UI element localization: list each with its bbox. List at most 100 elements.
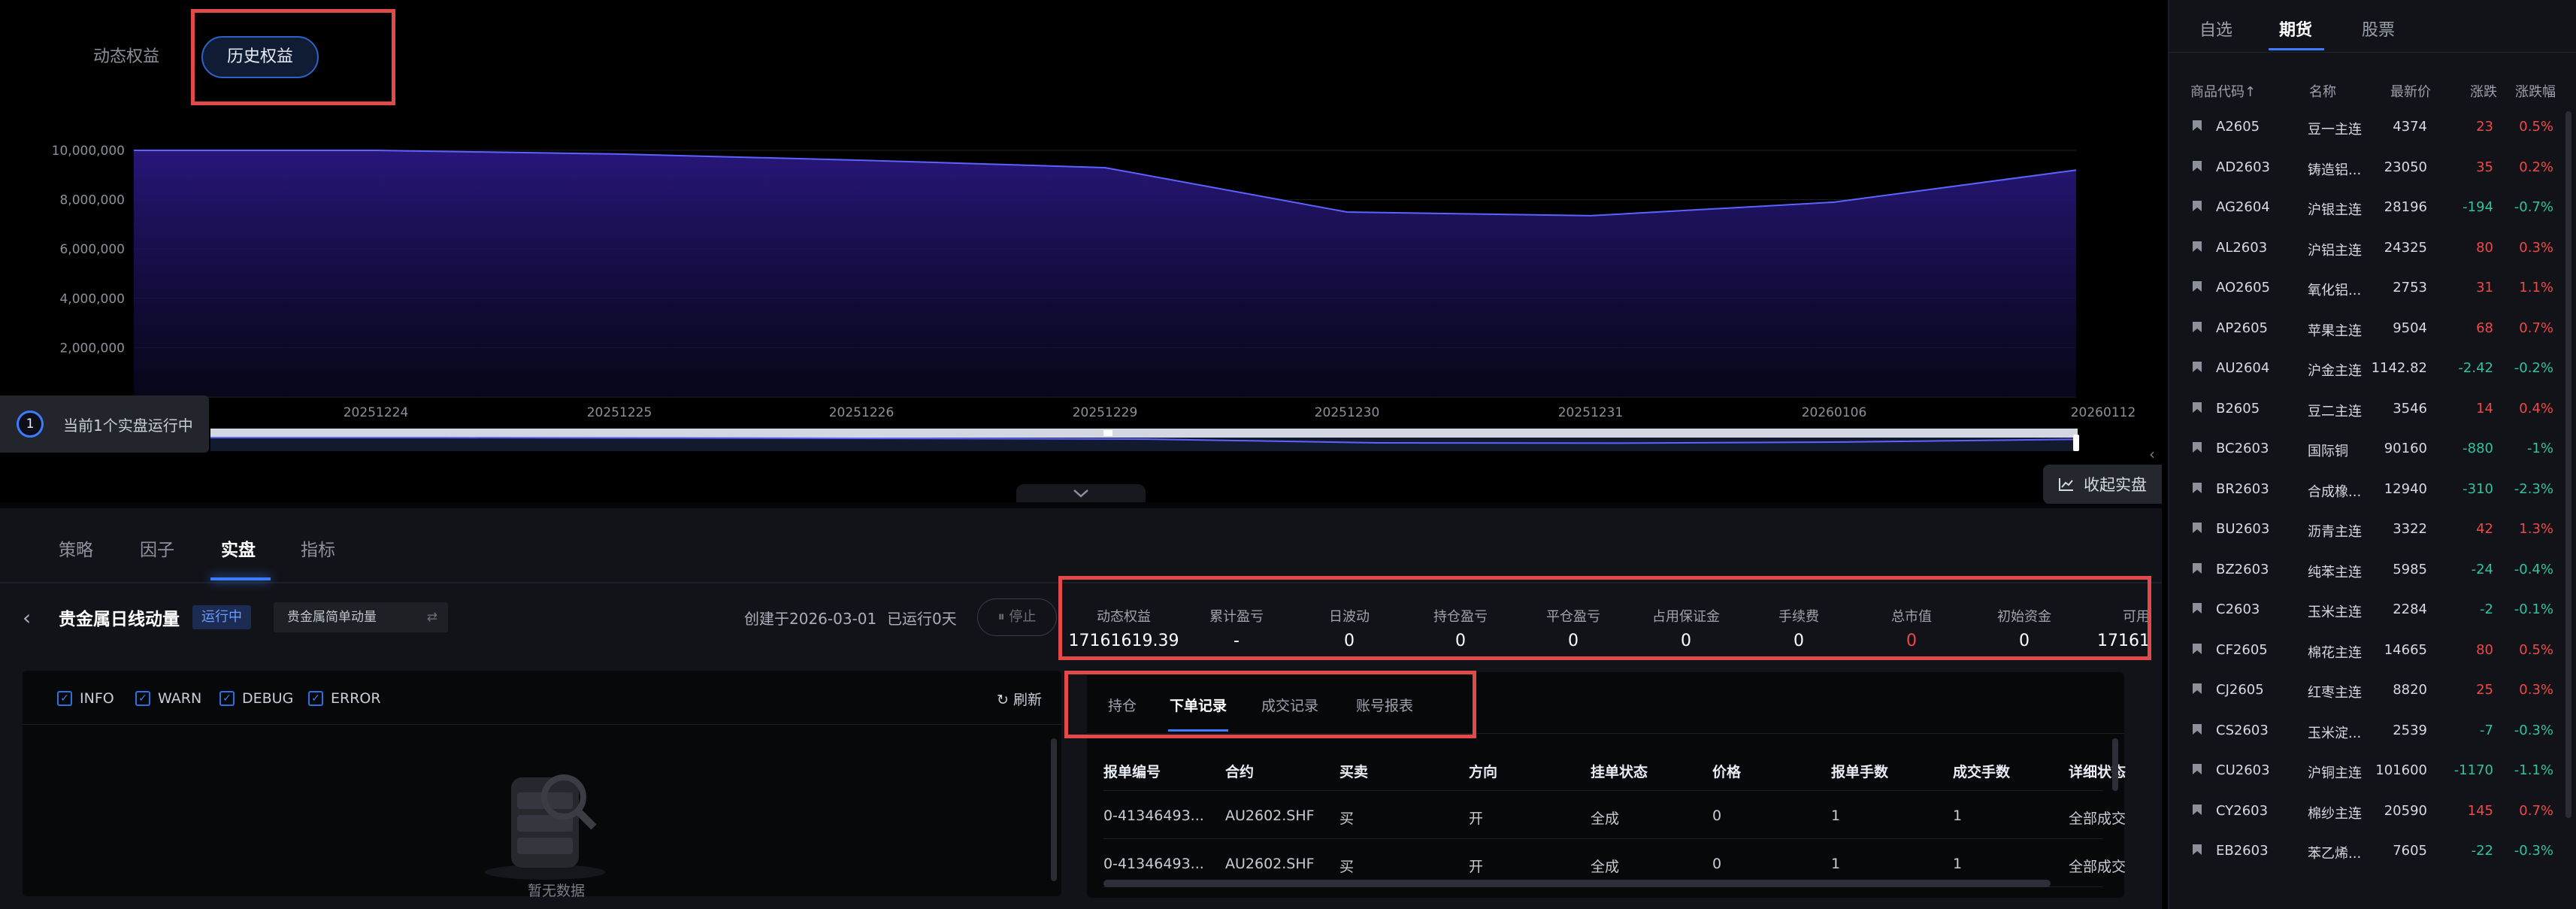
watchlist-row[interactable]: BZ2603 纯苯主连 5985 -24 -0.4% <box>2169 550 2576 590</box>
watchlist-row[interactable]: CY2603 棉纱主连 20590 145 0.7% <box>2169 791 2576 832</box>
tab-position[interactable]: 持仓 <box>1108 695 1137 715</box>
bookmark-icon[interactable] <box>2190 280 2204 293</box>
bookmark-icon[interactable] <box>2190 601 2204 615</box>
watchlist-row[interactable]: AO2605 氧化铝... 2753 31 1.1% <box>2169 268 2576 308</box>
x-tick-label: 20260112 <box>2071 405 2136 420</box>
bookmark-icon[interactable] <box>2190 481 2204 495</box>
watchlist-row[interactable]: CF2605 棉花主连 14665 80 0.5% <box>2169 630 2576 671</box>
checkbox-warn[interactable]: ✓ WARN <box>135 690 201 707</box>
collapse-chart-handle[interactable] <box>1016 484 1146 502</box>
bookmark-icon[interactable] <box>2190 401 2204 414</box>
column-header: 价格 <box>1712 764 1742 780</box>
watchlist-change: 25 <box>2476 682 2493 698</box>
stat-item: 总市值 0 <box>1855 606 1968 650</box>
watchlist-row[interactable]: C2603 玉米主连 2284 -2 -0.1% <box>2169 589 2576 630</box>
back-arrow-icon[interactable]: ‹ <box>23 605 31 630</box>
bookmark-icon[interactable] <box>2190 240 2204 253</box>
fold-live-button[interactable]: 收起实盘 <box>2043 465 2162 504</box>
watchlist-row[interactable]: BU2603 沥青主连 3322 42 1.3% <box>2169 509 2576 550</box>
tab-indicator[interactable]: 指标 <box>301 535 335 561</box>
bookmark-icon[interactable] <box>2190 119 2204 132</box>
refresh-button[interactable]: ↻ 刷新 <box>997 689 1042 709</box>
watchlist-row[interactable]: CS2603 玉米淀... 2539 -7 -0.3% <box>2169 711 2576 751</box>
watchlist-row[interactable]: AU2604 沪金主连 1142.82 -2.42 -0.2% <box>2169 348 2576 389</box>
watchlist-scrollbar[interactable] <box>2565 111 2571 818</box>
stat-value: 17161619.39 <box>1068 632 1179 650</box>
tab-stocks[interactable]: 股票 <box>2362 17 2395 41</box>
bookmark-icon[interactable] <box>2190 441 2204 454</box>
stat-label: 持仓盈亏 <box>1433 609 1488 625</box>
table-cell: 全成 <box>1591 859 1620 875</box>
log-scrollbar[interactable] <box>1051 738 1057 881</box>
strategy-select[interactable]: 贵金属简单动量 ⇄ <box>274 602 448 632</box>
order-table-h-scrollbar[interactable] <box>1103 880 2051 887</box>
watchlist-pct: 0.3% <box>2519 239 2553 256</box>
chevron-left-icon[interactable]: ‹ <box>2144 441 2160 468</box>
order-table-scrollbar[interactable] <box>2112 738 2118 791</box>
stat-item: 可用 17161 <box>2067 606 2150 650</box>
tab-live[interactable]: 实盘 <box>221 535 256 561</box>
tab-orders[interactable]: 下单记录 <box>1170 695 1227 715</box>
bookmark-icon[interactable] <box>2190 642 2204 656</box>
watchlist-row[interactable]: AG2604 沪银主连 28196 -194 -0.7% <box>2169 187 2576 228</box>
stat-value: 0 <box>1906 632 1917 650</box>
column-header: 买卖 <box>1339 764 1369 780</box>
x-tick-label: 20251231 <box>1558 405 1624 420</box>
watchlist-change: 14 <box>2476 400 2493 417</box>
watchlist-row[interactable]: AP2605 苹果主连 9504 68 0.7% <box>2169 308 2576 349</box>
tab-report[interactable]: 账号报表 <box>1356 695 1413 715</box>
table-row[interactable]: 0-41346493... AU2602.SHF 买 开 全成 0 1 1 全部成交 <box>1103 791 2126 839</box>
watchlist-row[interactable]: B2605 豆二主连 3546 14 0.4% <box>2169 389 2576 429</box>
watchlist-pct: 0.5% <box>2519 641 2553 658</box>
tab-futures[interactable]: 期货 <box>2279 17 2312 41</box>
bookmark-icon[interactable] <box>2190 803 2204 817</box>
watchlist-price: 7605 <box>2393 843 2427 859</box>
pause-icon: ⏸ <box>997 609 1010 625</box>
bookmark-icon[interactable] <box>2190 843 2204 856</box>
bookmark-icon[interactable] <box>2190 723 2204 736</box>
bookmark-icon[interactable] <box>2190 360 2204 374</box>
watchlist-row[interactable]: AD2603 铸造铝... 23050 35 0.2% <box>2169 147 2576 188</box>
watchlist-name: 苯乙烯... <box>2308 846 2362 862</box>
tab-favorites[interactable]: 自选 <box>2199 17 2232 41</box>
bookmark-icon[interactable] <box>2190 159 2204 173</box>
stat-value: 0 <box>1455 632 1466 650</box>
table-cell: 全部成交 <box>2069 811 2126 827</box>
watchlist-row[interactable]: BR2603 合成橡... 12940 -310 -2.3% <box>2169 469 2576 510</box>
stat-value: - <box>1234 632 1240 650</box>
watchlist-row[interactable]: CJ2605 红枣主连 8820 25 0.3% <box>2169 670 2576 711</box>
tab-strategy[interactable]: 策略 <box>59 535 93 561</box>
bookmark-icon[interactable] <box>2190 320 2204 334</box>
check-icon: ✓ <box>219 691 235 706</box>
fold-live-label: 收起实盘 <box>2084 476 2147 494</box>
column-header: 挂单状态 <box>1591 764 1648 780</box>
watchlist-row[interactable]: BC2603 国际铜 90160 -880 -1% <box>2169 429 2576 469</box>
bookmark-icon[interactable] <box>2190 521 2204 535</box>
col-code[interactable]: 商品代码↑ <box>2190 81 2256 101</box>
watchlist-code: AP2605 <box>2216 320 2268 336</box>
watchlist-price: 90160 <box>2384 441 2427 456</box>
x-tick-label: 20260106 <box>1802 405 1867 420</box>
stop-button[interactable]: ⏸ 停止 <box>977 598 1057 636</box>
stat-label: 占用保证金 <box>1652 609 1720 625</box>
bookmark-icon[interactable] <box>2190 199 2204 213</box>
watchlist-row[interactable]: CU2603 沪铜主连 101600 -1170 -1.1% <box>2169 750 2576 791</box>
col-pct: 涨跌幅 <box>2515 84 2556 100</box>
bookmark-icon[interactable] <box>2190 762 2204 776</box>
watchlist-row[interactable]: EB2603 苯乙烯... 7605 -22 -0.3% <box>2169 831 2576 871</box>
checkbox-error[interactable]: ✓ ERROR <box>308 690 381 707</box>
watchlist-code: AD2603 <box>2216 159 2270 175</box>
column-header: 成交手数 <box>1953 764 2011 780</box>
checkbox-info[interactable]: ✓ INFO <box>57 690 114 707</box>
y-tick-label: 4,000,000 <box>59 292 125 307</box>
table-cell: 1 <box>1831 807 1841 824</box>
watchlist-row[interactable]: A2605 豆一主连 4374 23 0.5% <box>2169 107 2576 147</box>
bookmark-icon[interactable] <box>2190 682 2204 695</box>
checkbox-debug[interactable]: ✓ DEBUG <box>219 690 293 707</box>
bookmark-icon[interactable] <box>2190 562 2204 575</box>
running-live-badge[interactable]: 1 当前1个实盘运行中 <box>0 395 209 453</box>
watchlist-pct: -0.7% <box>2514 199 2553 215</box>
tab-trades[interactable]: 成交记录 <box>1261 695 1318 715</box>
tab-factor[interactable]: 因子 <box>140 535 174 561</box>
watchlist-row[interactable]: AL2603 沪铝主连 24325 80 0.3% <box>2169 228 2576 268</box>
